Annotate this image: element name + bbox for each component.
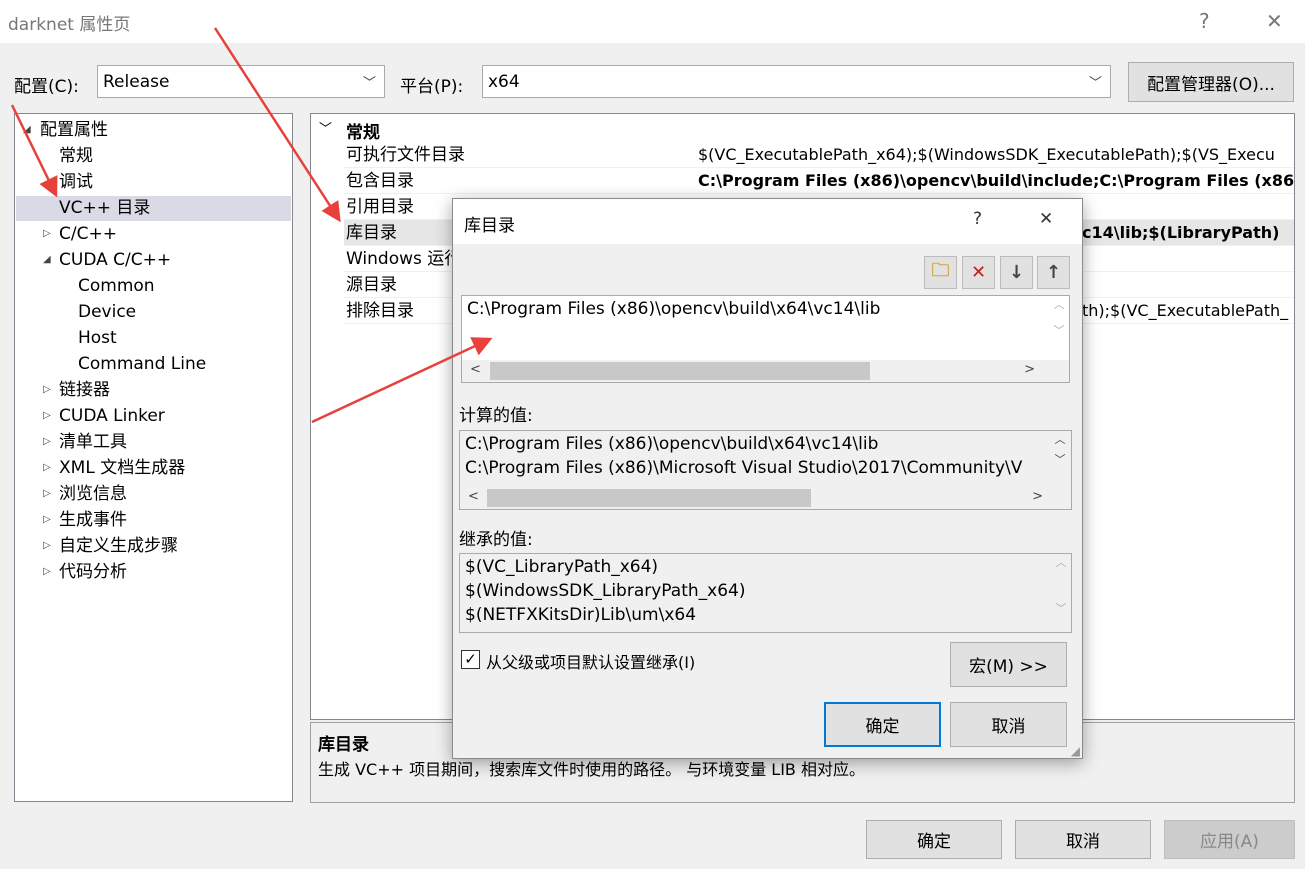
cancel-button[interactable]: 取消 (1015, 820, 1151, 859)
library-directories-dialog: 库目录 ? ✕ 🗀 ✕ ↓ ↑ C:\Program Files (x86)\o… (452, 198, 1083, 759)
dialog-title-bar: 库目录 ? ✕ (453, 199, 1082, 244)
platform-select[interactable]: x64 ﹀ (482, 65, 1111, 98)
computed-label: 计算的值: (459, 406, 533, 426)
tree-item[interactable]: Command Line (78, 351, 206, 377)
computed-line: C:\Program Files (x86)\Microsoft Visual … (465, 458, 1023, 478)
inherited-values-list: $(VC_LibraryPath_x64) $(WindowsSDK_Libra… (459, 553, 1072, 633)
inherited-line: $(NETFXKitsDir)Lib\um\x64 (465, 605, 697, 625)
platform-value: x64 (488, 71, 520, 92)
property-name: 源目录 (346, 275, 397, 295)
window-title: darknet 属性页 (8, 15, 131, 35)
property-name: 包含目录 (346, 171, 414, 191)
expand-icon[interactable]: ▷ (43, 462, 51, 473)
tree-item[interactable]: 清单工具 (59, 429, 127, 455)
inherit-checkbox-label[interactable]: 从父级或项目默认设置继承(I) (486, 649, 695, 673)
dialog-title: 库目录 (464, 216, 515, 236)
macros-button[interactable]: 宏(M) >> (950, 642, 1067, 687)
property-value[interactable]: c14\lib;$(LibraryPath) (1082, 220, 1279, 245)
dialog-ok-button[interactable]: 确定 (824, 702, 941, 747)
directory-edit-list[interactable]: C:\Program Files (x86)\opencv\build\x64\… (461, 295, 1070, 383)
title-bar: darknet 属性页 ? ✕ (0, 0, 1305, 43)
property-value[interactable]: $(VC_ExecutablePath_x64);$(WindowsSDK_Ex… (698, 142, 1275, 167)
move-up-icon[interactable]: ↑ (1037, 256, 1070, 289)
computed-line: C:\Program Files (x86)\opencv\build\x64\… (465, 434, 879, 454)
expand-icon[interactable]: ▷ (43, 436, 51, 447)
description-text: 生成 VC++ 项目期间，搜索库文件时使用的路径。 与环境变量 LIB 相对应。 (318, 760, 865, 779)
tree-item[interactable]: 常规 (59, 143, 93, 169)
property-name: Windows 运行 (346, 249, 462, 269)
horizontal-scrollbar[interactable]: < > (460, 487, 1071, 509)
dialog-close-button[interactable]: ✕ (1039, 209, 1053, 229)
ok-button[interactable]: 确定 (866, 820, 1002, 859)
inherited-label: 继承的值: (459, 530, 533, 550)
selection-highlight (16, 196, 291, 221)
tree-item[interactable]: 链接器 (59, 377, 110, 403)
chevron-down-icon: ﹀ (362, 76, 376, 91)
tree-item[interactable]: Host (78, 325, 117, 351)
dialog-help-button[interactable]: ? (973, 209, 982, 229)
config-select[interactable]: Release ﹀ (97, 65, 385, 98)
collapse-icon[interactable]: ◢ (43, 254, 51, 265)
expand-icon[interactable]: ▷ (43, 228, 51, 239)
section-header: 常规 (346, 123, 380, 143)
dialog-cancel-button[interactable]: 取消 (950, 702, 1067, 747)
tree-item[interactable]: VC++ 目录 (59, 195, 150, 221)
tree-item[interactable]: 自定义生成步骤 (59, 533, 178, 559)
apply-button[interactable]: 应用(A) (1164, 820, 1295, 859)
property-value[interactable]: C:\Program Files (x86)\opencv\build\incl… (698, 168, 1294, 193)
config-value: Release (103, 71, 170, 92)
tree-item[interactable]: Common (78, 273, 155, 299)
expand-icon[interactable]: ▷ (43, 488, 51, 499)
expand-icon[interactable]: ▷ (43, 514, 51, 525)
horizontal-scrollbar[interactable]: < > (462, 360, 1069, 382)
expand-icon[interactable]: ▷ (43, 566, 51, 577)
resize-grip-icon[interactable]: ◢ (1071, 744, 1080, 758)
tree-item[interactable]: 调试 (59, 169, 93, 195)
close-button[interactable]: ✕ (1266, 9, 1283, 33)
tree-item[interactable]: Device (78, 299, 136, 325)
collapse-icon[interactable]: ﹀ (319, 118, 332, 137)
vertical-scrollbar[interactable]: ︿ ﹀ (1049, 296, 1069, 362)
tree-item[interactable]: 浏览信息 (59, 481, 127, 507)
property-row[interactable]: 可执行文件目录 $(VC_ExecutablePath_x64);$(Window… (344, 142, 1294, 168)
delete-icon[interactable]: ✕ (962, 256, 995, 289)
tree-item[interactable]: CUDA C/C++ (59, 247, 171, 273)
expand-icon[interactable]: ▷ (43, 384, 51, 395)
property-value[interactable]: th);$(VC_ExecutablePath_ (1082, 298, 1289, 323)
description-title: 库目录 (318, 735, 369, 755)
tree-item[interactable]: 配置属性 (40, 117, 108, 143)
collapse-icon[interactable]: ◢ (23, 124, 31, 135)
vertical-scrollbar[interactable]: ︿ ﹀ (1051, 554, 1071, 632)
property-name: 库目录 (346, 223, 397, 243)
edit-line[interactable]: C:\Program Files (x86)\opencv\build\x64\… (467, 299, 880, 319)
config-manager-button[interactable]: 配置管理器(O)... (1128, 62, 1294, 102)
expand-icon[interactable]: ▷ (43, 540, 51, 551)
computed-values-list: C:\Program Files (x86)\opencv\build\x64\… (459, 430, 1072, 510)
property-name: 引用目录 (346, 197, 414, 217)
property-name: 排除目录 (346, 301, 414, 321)
tree-item[interactable]: CUDA Linker (59, 403, 165, 429)
expand-icon[interactable]: ▷ (43, 410, 51, 421)
property-row[interactable]: 包含目录 C:\Program Files (x86)\opencv\build\… (344, 168, 1294, 194)
move-down-icon[interactable]: ↓ (1000, 256, 1033, 289)
tree-item[interactable]: 代码分析 (59, 559, 127, 585)
help-button[interactable]: ? (1199, 9, 1210, 33)
config-label: 配置(C): (14, 77, 79, 97)
property-tree: ◢ 配置属性 常规 调试 VC++ 目录 ▷ C/C++ ◢ CUDA C/C++ Common D… (14, 113, 293, 802)
new-folder-icon[interactable]: 🗀 (924, 256, 957, 289)
property-name: 可执行文件目录 (346, 145, 465, 165)
tree-item[interactable]: XML 文档生成器 (59, 455, 185, 481)
tree-item[interactable]: 生成事件 (59, 507, 127, 533)
inherited-line: $(VC_LibraryPath_x64) (465, 557, 659, 577)
vertical-scrollbar[interactable]: ︿ ﹀ (1049, 431, 1071, 489)
inherited-line: $(WindowsSDK_LibraryPath_x64) (465, 581, 746, 601)
platform-label: 平台(P): (400, 77, 464, 97)
inherit-checkbox[interactable]: ✓ (461, 650, 480, 669)
tree-item[interactable]: C/C++ (59, 221, 117, 247)
chevron-down-icon: ﹀ (1088, 76, 1102, 91)
